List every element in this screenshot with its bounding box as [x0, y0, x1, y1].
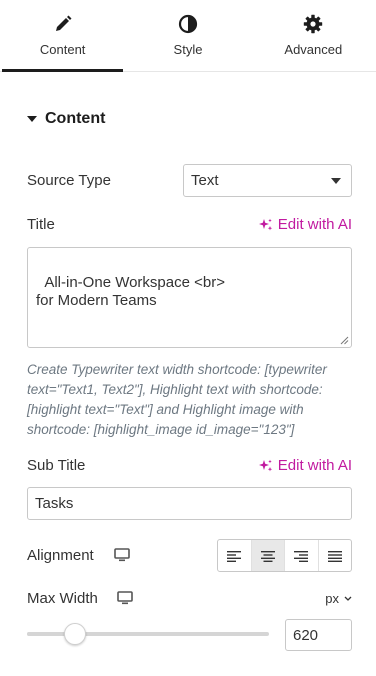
source-type-select[interactable]: Text — [183, 164, 352, 197]
tab-content[interactable]: Content — [0, 0, 125, 72]
desktop-icon[interactable] — [117, 591, 133, 605]
sub-title-input[interactable]: Tasks — [27, 487, 352, 520]
sub-title-label: Sub Title — [27, 457, 86, 474]
sparkle-icon — [258, 459, 272, 471]
max-width-label: Max Width — [27, 590, 98, 607]
content-section-toggle[interactable]: Content — [27, 110, 105, 128]
alignment-control — [217, 539, 352, 572]
max-width-input[interactable]: 620 — [285, 619, 352, 651]
align-right-icon — [294, 550, 309, 562]
panel-tabs: Content Style Advanced — [0, 0, 376, 72]
pencil-icon — [53, 14, 73, 34]
gear-icon — [303, 14, 323, 34]
section-title: Content — [45, 110, 106, 127]
alignment-label: Alignment — [27, 547, 94, 564]
align-center-icon — [260, 550, 275, 562]
contrast-icon — [178, 14, 198, 34]
unit-selector[interactable]: px — [325, 591, 352, 606]
chevron-down-icon — [344, 596, 352, 601]
source-type-label: Source Type — [27, 172, 111, 189]
max-width-value: 620 — [293, 626, 319, 644]
tab-content-label: Content — [39, 42, 86, 57]
title-description: Create Typewriter text width shortcode: … — [27, 362, 327, 437]
align-justify-button[interactable] — [319, 540, 352, 571]
sub-title-edit-with-ai-link[interactable]: Edit with AI — [258, 457, 352, 474]
title-edit-with-ai-link[interactable]: Edit with AI — [258, 216, 352, 233]
unit-value: px — [325, 591, 339, 606]
tab-advanced[interactable]: Advanced — [251, 0, 376, 71]
sub-title-value: Tasks — [35, 495, 74, 512]
max-width-slider[interactable] — [27, 632, 269, 636]
align-left-button[interactable] — [218, 540, 252, 571]
tab-advanced-label: Advanced — [284, 42, 343, 57]
align-justify-icon — [327, 550, 342, 562]
align-left-icon — [227, 550, 242, 562]
resize-handle-icon[interactable] — [340, 336, 349, 345]
sub-title-ai-link-label: Edit with AI — [277, 457, 352, 474]
tab-style[interactable]: Style — [125, 0, 250, 71]
slider-thumb[interactable] — [64, 623, 87, 645]
source-type-value: Text — [191, 172, 219, 189]
caret-down-icon — [27, 116, 37, 122]
desktop-icon[interactable] — [114, 548, 130, 562]
title-label: Title — [27, 216, 55, 233]
align-center-button[interactable] — [251, 540, 285, 571]
title-textarea-value: All-in-One Workspace <br> for Modern Tea… — [36, 274, 225, 309]
sparkle-icon — [258, 218, 272, 230]
chevron-down-icon — [331, 178, 341, 184]
title-ai-link-label: Edit with AI — [277, 216, 352, 233]
title-textarea[interactable]: All-in-One Workspace <br> for Modern Tea… — [27, 247, 352, 348]
align-right-button[interactable] — [285, 540, 319, 571]
tab-style-label: Style — [173, 42, 203, 57]
